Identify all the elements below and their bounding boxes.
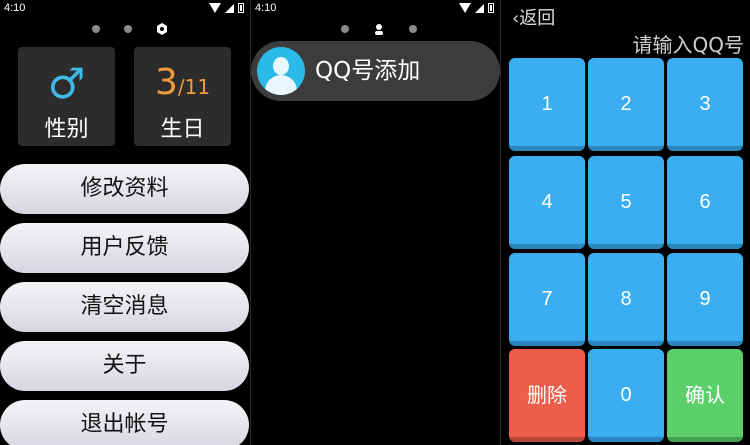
key-6[interactable]: 6: [667, 156, 743, 249]
page-dot: [341, 25, 349, 33]
status-bar: 4:10: [251, 0, 500, 18]
keypad-panel: ‹返回 请输入QQ号 1 2 3 4 5 6 7 8 9 删除 0 确认: [501, 0, 750, 445]
key-3[interactable]: 3: [667, 58, 743, 151]
key-9[interactable]: 9: [667, 253, 743, 346]
page-dot: [92, 25, 100, 33]
birthday-month: 3: [154, 62, 178, 103]
status-time: 4:10: [255, 2, 277, 14]
clear-messages-button[interactable]: 清空消息: [0, 282, 249, 332]
birthday-day: /11: [177, 75, 211, 99]
status-bar: 4:10: [0, 0, 250, 18]
about-button[interactable]: 关于: [0, 341, 249, 391]
page-indicator: [341, 23, 417, 35]
profile-panel: 4:10 ♂ 性别 3/11 生日 修改资料 用户反馈 清空消息 关于 退出帐号: [0, 0, 250, 445]
signal-icon: [225, 3, 234, 13]
signal-icon: [475, 3, 484, 13]
wifi-icon: [459, 3, 471, 13]
birthday-tile[interactable]: 3/11 生日: [134, 47, 231, 146]
feedback-button[interactable]: 用户反馈: [0, 223, 249, 273]
gender-tile[interactable]: ♂ 性别: [18, 47, 115, 146]
page-indicator: [92, 23, 168, 35]
key-4[interactable]: 4: [509, 156, 585, 249]
key-0[interactable]: 0: [588, 349, 664, 442]
birthday-date: 3/11: [134, 63, 231, 103]
battery-icon: [488, 3, 494, 13]
avatar-icon: [257, 47, 305, 95]
gender-label: 性别: [44, 117, 89, 142]
wifi-icon: [209, 3, 221, 13]
qq-add-button[interactable]: QQ号添加: [251, 41, 500, 101]
confirm-button[interactable]: 确认: [667, 349, 743, 442]
battery-icon: [238, 3, 244, 13]
page-dot: [124, 25, 132, 33]
add-contact-panel: 4:10 QQ号添加: [251, 0, 500, 445]
qq-input-prompt: 请输入QQ号: [632, 33, 744, 57]
key-1[interactable]: 1: [509, 58, 585, 151]
key-8[interactable]: 8: [588, 253, 664, 346]
key-5[interactable]: 5: [588, 156, 664, 249]
key-2[interactable]: 2: [588, 58, 664, 151]
edit-profile-button[interactable]: 修改资料: [0, 164, 249, 214]
male-icon: ♂: [47, 59, 86, 108]
qq-add-label: QQ号添加: [315, 58, 421, 84]
logout-button[interactable]: 退出帐号: [0, 400, 249, 445]
page-dot: [409, 25, 417, 33]
person-icon: [373, 23, 385, 35]
birthday-label: 生日: [160, 117, 205, 142]
settings-gear-icon: [156, 23, 168, 35]
status-time: 4:10: [4, 2, 26, 14]
delete-button[interactable]: 删除: [509, 349, 585, 442]
key-7[interactable]: 7: [509, 253, 585, 346]
back-button[interactable]: ‹返回: [512, 4, 555, 30]
